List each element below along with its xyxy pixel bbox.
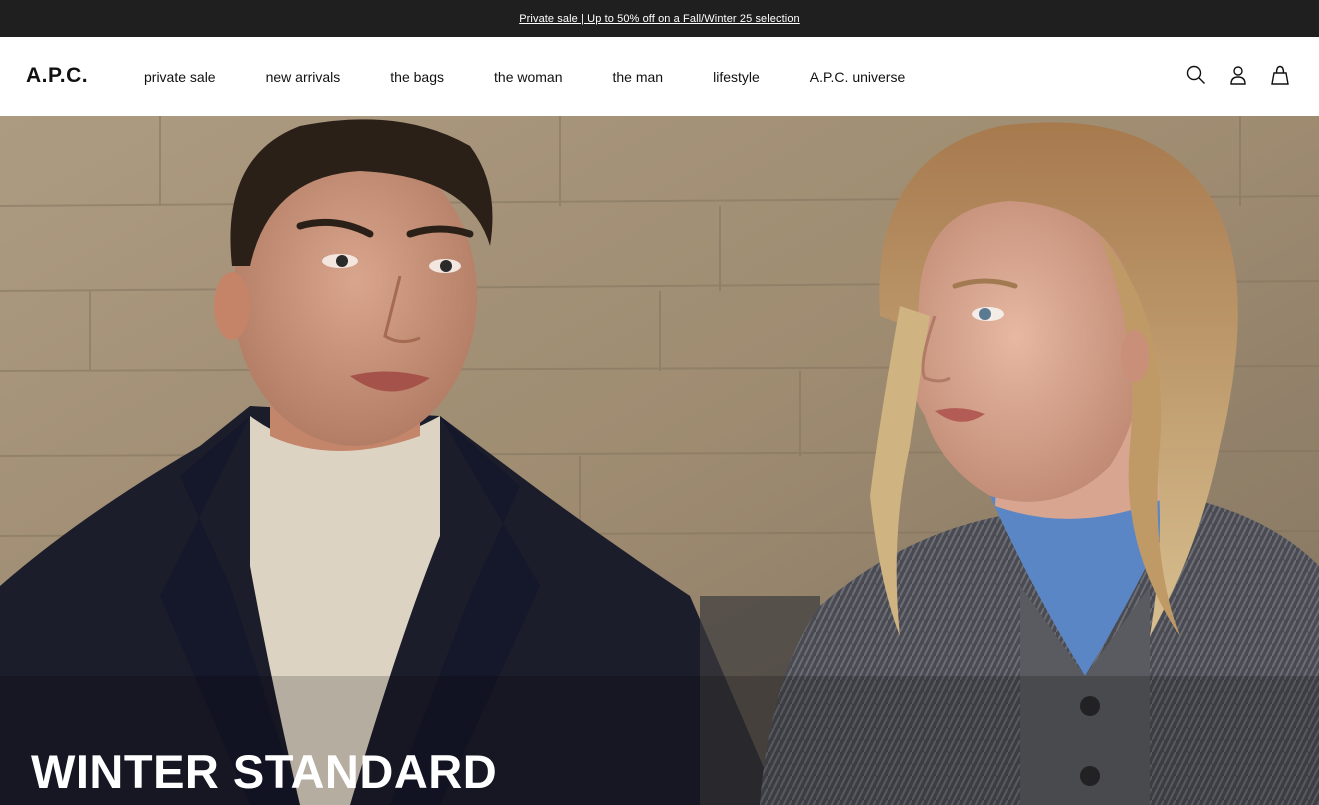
- search-icon[interactable]: [1185, 64, 1207, 86]
- bag-icon[interactable]: [1269, 64, 1291, 86]
- nav-item-the-man[interactable]: the man: [613, 69, 664, 85]
- account-icon[interactable]: [1227, 64, 1249, 86]
- site-header: A.P.C. private sale new arrivals the bag…: [0, 37, 1319, 116]
- header-icons: [1185, 64, 1291, 86]
- hero-photo: [0, 116, 1319, 805]
- nav-item-apc-universe[interactable]: A.P.C. universe: [810, 69, 905, 85]
- promo-link[interactable]: Private sale | Up to 50% off on a Fall/W…: [519, 13, 800, 25]
- nav-item-private-sale[interactable]: private sale: [144, 69, 216, 85]
- hero-banner[interactable]: WINTER STANDARD: [0, 116, 1319, 805]
- promo-bar: Private sale | Up to 50% off on a Fall/W…: [0, 0, 1319, 37]
- nav-item-the-woman[interactable]: the woman: [494, 69, 562, 85]
- nav-item-lifestyle[interactable]: lifestyle: [713, 69, 760, 85]
- nav-item-the-bags[interactable]: the bags: [390, 69, 444, 85]
- main-nav: private sale new arrivals the bags the w…: [144, 37, 905, 116]
- logo[interactable]: A.P.C.: [26, 64, 88, 88]
- hero-title: WINTER STANDARD: [31, 745, 498, 798]
- nav-item-new-arrivals[interactable]: new arrivals: [266, 69, 341, 85]
